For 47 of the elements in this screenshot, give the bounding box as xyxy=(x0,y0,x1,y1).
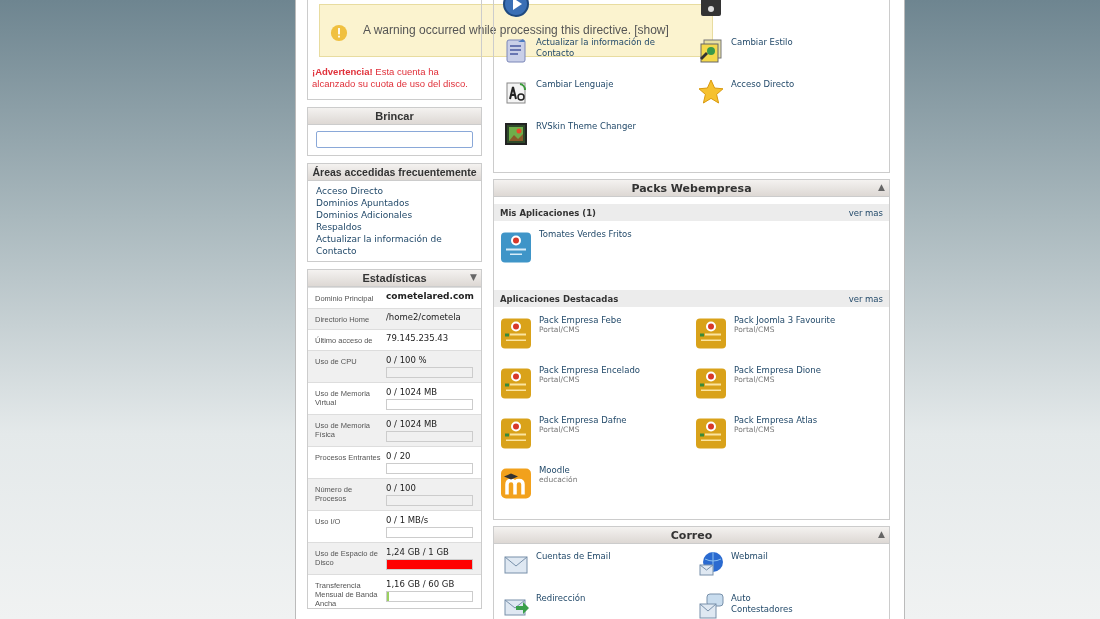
application-link[interactable]: Pack Empresa Atlas xyxy=(734,415,818,425)
more-link[interactable]: ver mas xyxy=(848,293,883,304)
caret-icon[interactable]: ▲ xyxy=(878,182,885,192)
section-title: Mis Aplicaciones (1) xyxy=(500,207,596,218)
caret-icon[interactable]: ▲ xyxy=(878,529,885,539)
application-link[interactable]: Pack Empresa Dafne xyxy=(539,415,627,425)
stat-value: 0 / 1024 MB xyxy=(386,419,439,430)
show-link[interactable]: [show] xyxy=(634,24,669,37)
stat-value: 0 / 20 xyxy=(386,451,412,462)
sidebar-link[interactable]: Respaldos xyxy=(316,221,473,233)
preference-link[interactable]: Cambiar Estilo xyxy=(731,36,871,48)
application-link[interactable]: Moodle xyxy=(539,465,578,475)
application-link[interactable]: Pack Empresa Encelado xyxy=(539,365,640,375)
sidebar-link[interactable]: Actualizar la información de Contacto xyxy=(316,233,473,257)
frequent-header-title: Áreas accedidas frecuentemente xyxy=(312,166,477,178)
application-link[interactable]: Pack Empresa Dione xyxy=(734,365,821,375)
packs-header-title: Packs Webempresa xyxy=(631,181,752,195)
sidebar-link[interactable]: Dominios Adicionales xyxy=(316,209,473,221)
stat-value: 0 / 1024 MB xyxy=(386,387,439,398)
sidebar-link[interactable]: Dominios Apuntados xyxy=(316,197,473,209)
jump-header-title: Brincar xyxy=(375,110,414,122)
stats-header-title: Estadísticas xyxy=(362,272,427,284)
stat-value: 1,16 GB / 60 GB xyxy=(386,579,456,590)
mail-link[interactable]: Cuentas de Email xyxy=(536,550,676,562)
application-link[interactable]: Pack Empresa Febe xyxy=(539,315,622,325)
stat-value: 0 / 100 xyxy=(386,483,417,494)
section-title: Aplicaciones Destacadas xyxy=(500,293,619,304)
preference-link[interactable]: RVSkin Theme Changer xyxy=(536,120,676,132)
quota-warning: ¡Advertencia! Esta cuenta ha alcanzado su cuota de uso del disco. xyxy=(312,66,469,90)
sidebar-link[interactable]: Acceso Directo xyxy=(316,185,473,197)
stat-value: cometelared.com xyxy=(386,290,474,302)
preference-link[interactable]: Cambiar Lenguaje xyxy=(536,78,676,90)
mail-header-title: Correo xyxy=(670,528,713,542)
mail-link[interactable]: Webmail xyxy=(731,550,871,562)
preference-link[interactable]: Acceso Directo xyxy=(731,78,871,90)
stat-value: 0 / 1 MB/s xyxy=(386,515,430,526)
preference-link[interactable]: Actualizar la información de Contacto xyxy=(536,36,676,59)
stat-value: 0 / 100 % xyxy=(386,355,428,366)
mail-link[interactable]: Redirección xyxy=(536,592,676,604)
application-link[interactable]: Pack Joomla 3 Favourite xyxy=(734,315,836,325)
stat-value: 1,24 GB / 1 GB xyxy=(386,547,450,558)
stat-value: /home2/cometela xyxy=(386,311,462,323)
mail-link[interactable]: Auto Contestadores xyxy=(731,592,871,615)
stat-value: 79.145.235.43 xyxy=(386,332,450,344)
more-link[interactable]: ver mas xyxy=(848,207,883,218)
caret-icon[interactable]: ▼ xyxy=(470,272,477,282)
application-link[interactable]: Tomates Verdes Fritos xyxy=(539,229,632,239)
